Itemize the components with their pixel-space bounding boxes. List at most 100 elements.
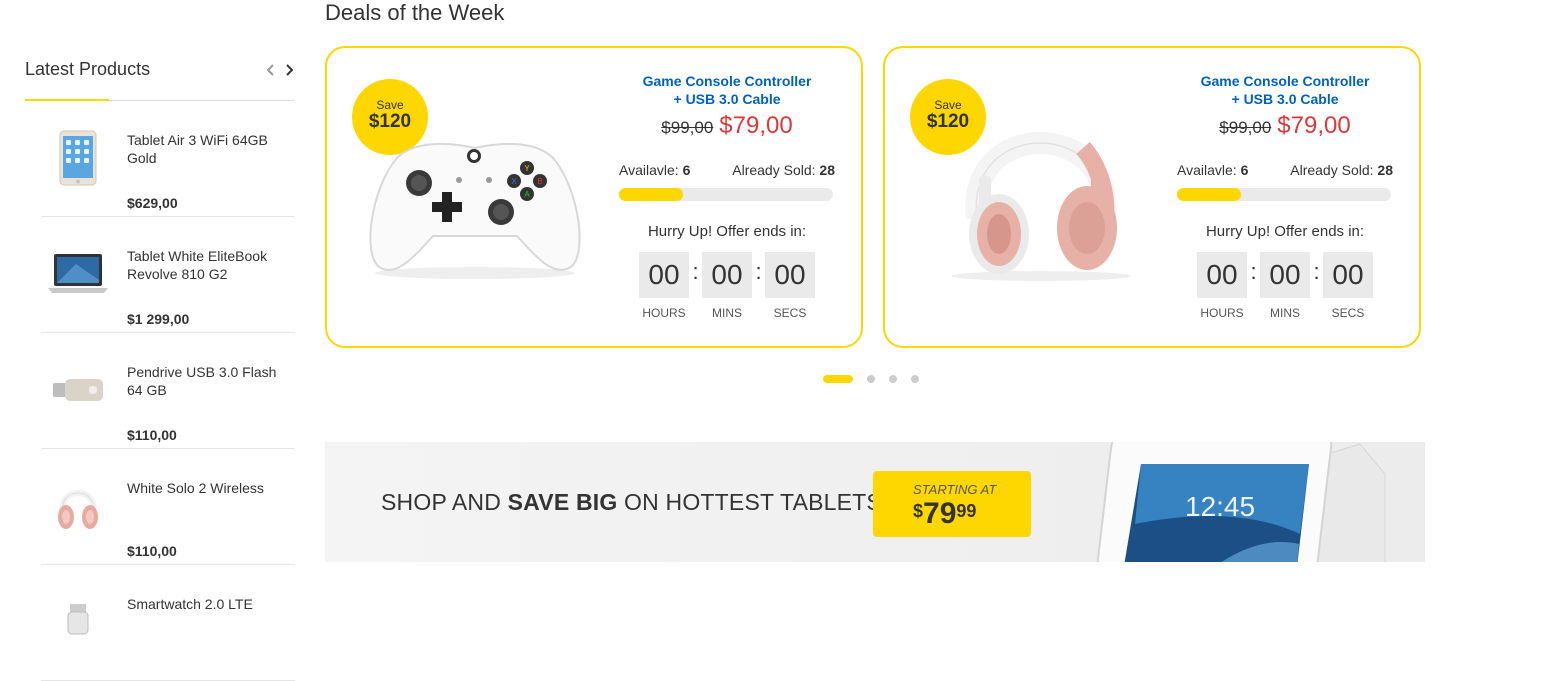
list-item[interactable]: Tablet Air 3 WiFi 64GB Gold $629,00 xyxy=(41,101,295,217)
svg-text:X: X xyxy=(511,177,517,186)
sold-progress-bar xyxy=(1177,188,1391,201)
pagination-dot-2[interactable] xyxy=(867,375,875,383)
countdown-secs: 00 SECS xyxy=(1323,252,1373,320)
tablet-icon: 12:45 xyxy=(1085,442,1425,562)
countdown-secs: 00 SECS xyxy=(765,252,815,320)
latest-products-widget: Latest Products Tablet Air 3 WiFi 64GB G… xyxy=(25,0,295,681)
deal-prices: $99,00 $79,00 xyxy=(1177,112,1393,140)
svg-text:Y: Y xyxy=(524,164,530,173)
carousel-pagination xyxy=(823,375,919,383)
list-item[interactable]: Tablet White EliteBook Revolve 810 G2 $1… xyxy=(41,217,295,333)
banner-text-post: ON HOTTEST TABLETS xyxy=(617,489,882,515)
hurry-text: Hurry Up! Offer ends in: xyxy=(1205,223,1365,240)
countdown-hours: 00 HOURS xyxy=(639,252,689,320)
deal-card: Save $120 Game Console Controller + USB … xyxy=(883,46,1421,348)
deal-info: Game Console Controller + USB 3.0 Cable … xyxy=(1177,72,1393,320)
latest-products-title: Latest Products xyxy=(25,59,151,79)
banner-price: $7999 xyxy=(913,497,976,531)
available-label: Availavle: xyxy=(619,162,679,178)
countdown-timer: 00 HOURS : 00 MINS : 00 SECS xyxy=(1177,252,1393,320)
deal-product-name-line1[interactable]: Game Console Controller xyxy=(1177,72,1393,90)
tablet-gold-icon[interactable] xyxy=(45,123,111,193)
headphones-icon[interactable] xyxy=(915,108,1155,288)
headphones-icon[interactable] xyxy=(45,471,111,541)
mins-value: 00 xyxy=(1260,252,1310,298)
sold-count: 28 xyxy=(1377,162,1393,178)
price-currency: $ xyxy=(913,501,924,521)
list-item[interactable]: Pendrive USB 3.0 Flash 64 GB $110,00 xyxy=(41,333,295,449)
hours-value: 00 xyxy=(1197,252,1247,298)
sold-label: Already Sold: xyxy=(1290,162,1374,178)
deal-product-name-line2[interactable]: + USB 3.0 Cable xyxy=(1177,90,1393,108)
list-item[interactable]: Smartwatch 2.0 LTE xyxy=(41,565,295,681)
pagination-dot-3[interactable] xyxy=(889,375,897,383)
deals-title: Deals of the Week xyxy=(325,0,505,25)
svg-text:A: A xyxy=(524,190,530,199)
product-name[interactable]: Pendrive USB 3.0 Flash 64 GB xyxy=(127,363,287,399)
pagination-dot-1[interactable] xyxy=(823,375,853,383)
banner-headline: SHOP AND SAVE BIG ON HOTTEST TABLETS xyxy=(381,489,882,516)
product-price: $1 299,00 xyxy=(127,311,190,327)
chevron-right-icon[interactable] xyxy=(283,63,295,77)
sold-label: Already Sold: xyxy=(732,162,816,178)
stock-info: Availavle: 6 Already Sold: 28 xyxy=(1177,162,1393,178)
secs-value: 00 xyxy=(765,252,815,298)
secs-value: 00 xyxy=(1323,252,1373,298)
price-integer: 79 xyxy=(923,497,957,530)
list-item[interactable]: White Solo 2 Wireless $110,00 xyxy=(41,449,295,565)
mins-value: 00 xyxy=(702,252,752,298)
deal-product-name-line2[interactable]: + USB 3.0 Cable xyxy=(619,90,835,108)
product-name[interactable]: White Solo 2 Wireless xyxy=(127,479,287,497)
product-price: $110,00 xyxy=(127,543,177,559)
banner-text-pre: SHOP AND xyxy=(381,489,508,515)
hours-label: HOURS xyxy=(642,306,686,320)
available-count: 6 xyxy=(1240,162,1249,178)
deal-product-name-line1[interactable]: Game Console Controller xyxy=(619,72,835,90)
product-name[interactable]: Smartwatch 2.0 LTE xyxy=(127,595,287,613)
usb-drive-icon[interactable] xyxy=(45,355,111,425)
sold-count: 28 xyxy=(819,162,835,178)
countdown-separator: : xyxy=(692,259,699,284)
carousel-arrows xyxy=(265,63,295,77)
latest-products-list: Tablet Air 3 WiFi 64GB Gold $629,00 Tabl… xyxy=(41,101,295,681)
sale-price: $79,00 xyxy=(719,112,793,139)
price-cents: 99 xyxy=(956,501,977,521)
smartwatch-icon[interactable] xyxy=(45,587,111,657)
hurry-text: Hurry Up! Offer ends in: xyxy=(647,223,807,240)
sold-stock: Already Sold: 28 xyxy=(1290,162,1393,178)
stock-info: Availavle: 6 Already Sold: 28 xyxy=(619,162,835,178)
hours-value: 00 xyxy=(639,252,689,298)
pagination-dot-4[interactable] xyxy=(911,375,919,383)
countdown-separator: : xyxy=(755,259,762,284)
sold-progress-fill xyxy=(619,188,684,201)
deal-card: Save $120 Y X B A Game Console Controlle… xyxy=(325,46,863,348)
laptop-icon[interactable] xyxy=(45,239,111,309)
svg-text:12:45: 12:45 xyxy=(1185,491,1255,522)
product-name[interactable]: Tablet White EliteBook Revolve 810 G2 xyxy=(127,247,287,283)
chevron-left-icon[interactable] xyxy=(265,63,277,77)
old-price: $99,00 xyxy=(661,118,714,137)
countdown-separator: : xyxy=(1313,259,1320,284)
countdown-mins: 00 MINS xyxy=(1260,252,1310,320)
countdown-timer: 00 HOURS : 00 MINS : 00 SECS xyxy=(619,252,835,320)
deal-prices: $99,00 $79,00 xyxy=(619,112,835,140)
mins-label: MINS xyxy=(712,306,742,320)
deal-info: Game Console Controller + USB 3.0 Cable … xyxy=(619,72,835,320)
banner-text-bold: SAVE BIG xyxy=(507,489,618,515)
product-price: $629,00 xyxy=(127,195,178,211)
product-name[interactable]: Tablet Air 3 WiFi 64GB Gold xyxy=(127,131,287,167)
starting-at-label: STARTING AT xyxy=(913,482,997,497)
product-price: $110,00 xyxy=(127,427,177,443)
sold-stock: Already Sold: 28 xyxy=(732,162,835,178)
sale-price: $79,00 xyxy=(1277,112,1351,139)
banner-price-tag: STARTING AT $7999 xyxy=(873,471,1031,537)
sold-progress-bar xyxy=(619,188,833,201)
secs-label: SECS xyxy=(773,306,807,320)
svg-text:B: B xyxy=(537,177,542,186)
game-controller-icon[interactable]: Y X B A xyxy=(357,108,597,288)
tablets-promo-banner[interactable]: SHOP AND SAVE BIG ON HOTTEST TABLETS STA… xyxy=(325,442,1425,562)
hours-label: HOURS xyxy=(1200,306,1244,320)
secs-label: SECS xyxy=(1331,306,1365,320)
available-count: 6 xyxy=(682,162,691,178)
countdown-separator: : xyxy=(1250,259,1257,284)
